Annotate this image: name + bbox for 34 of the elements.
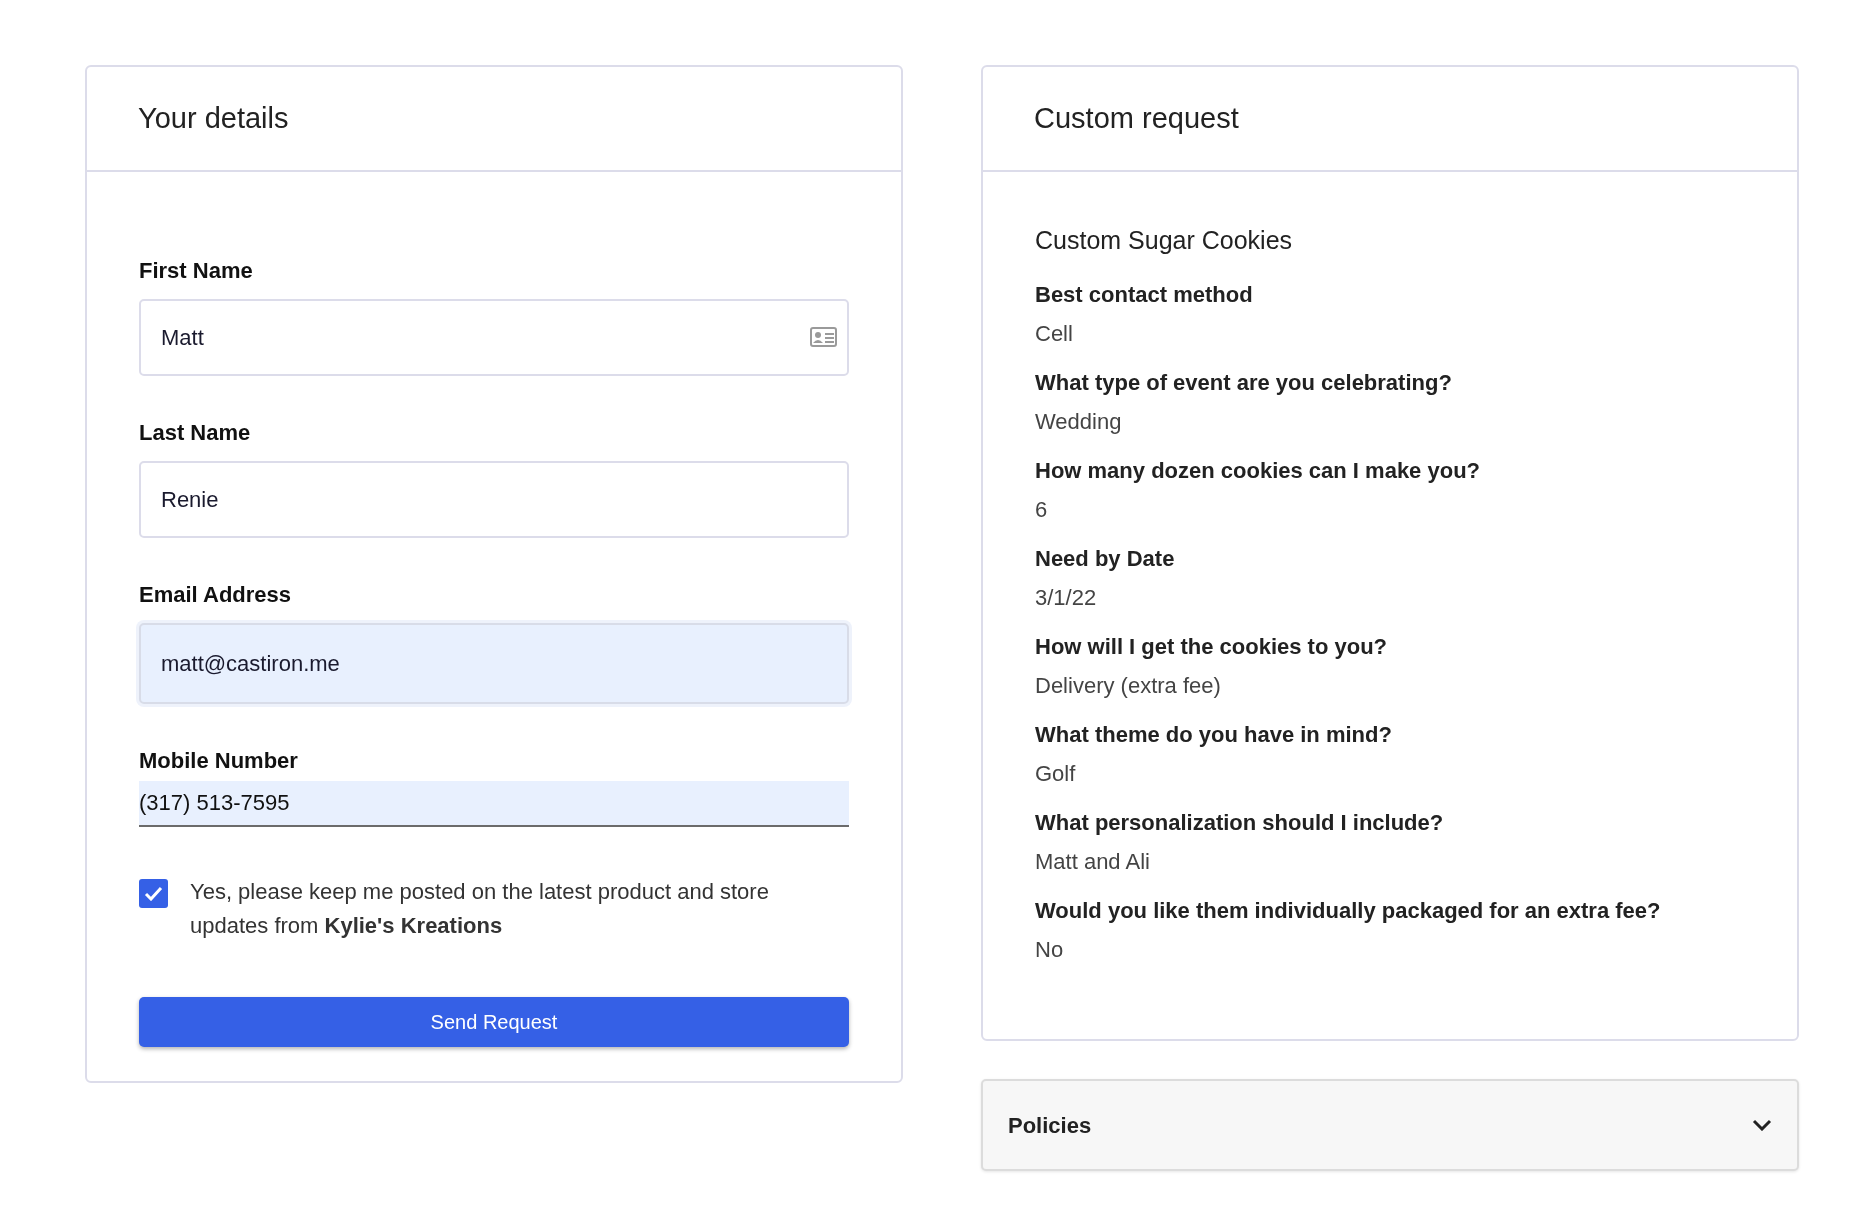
policies-accordion[interactable]: Policies — [981, 1079, 1799, 1171]
field-label: First Name — [139, 257, 254, 285]
send-request-button[interactable]: Send Request — [139, 997, 849, 1047]
consent-checkbox[interactable] — [139, 879, 168, 908]
card-title: Your details — [138, 100, 289, 136]
answer-text: 6 — [1035, 495, 1049, 524]
answer-text: Golf — [1035, 759, 1077, 788]
answer-text: 3/1/22 — [1035, 583, 1098, 612]
answer-text: No — [1035, 935, 1065, 964]
question-label: Would you like them individually packaged for an extra fee? — [1035, 896, 1662, 925]
question-label: What theme do you have in mind? — [1035, 720, 1393, 749]
question-label: Need by Date — [1035, 544, 1176, 573]
text-field[interactable]: Matt — [139, 299, 849, 376]
field-label: Last Name — [139, 419, 252, 447]
field-label: Mobile Number — [139, 747, 299, 775]
product-name: Custom Sugar Cookies — [1035, 225, 1294, 256]
contact-card-icon — [810, 327, 837, 347]
check-icon — [144, 886, 163, 901]
text-field[interactable]: Renie — [139, 461, 849, 538]
chevron-icon — [1752, 1119, 1772, 1131]
field-label: Email Address — [139, 581, 293, 609]
answer-text: Delivery (extra fee) — [1035, 671, 1222, 700]
question-label: How many dozen cookies can I make you? — [1035, 456, 1482, 485]
question-label: Best contact method — [1035, 280, 1254, 309]
question-label: What type of event are you celebrating? — [1035, 368, 1453, 397]
answer-text: Wedding — [1035, 407, 1123, 436]
question-label: How will I get the cookies to you? — [1035, 632, 1389, 661]
question-label: What personalization should I include? — [1035, 808, 1445, 837]
answer-text: Cell — [1035, 319, 1074, 348]
card-title: Custom request — [1034, 100, 1239, 136]
text-field[interactable]: matt@castiron.me — [139, 623, 849, 704]
text-field[interactable]: (317) 513-7595 — [139, 781, 849, 827]
consent-text: Yes, please keep me posted on the latest product and store updates from Kylie's Kreations — [190, 878, 770, 940]
answer-text: Matt and Ali — [1035, 847, 1151, 876]
